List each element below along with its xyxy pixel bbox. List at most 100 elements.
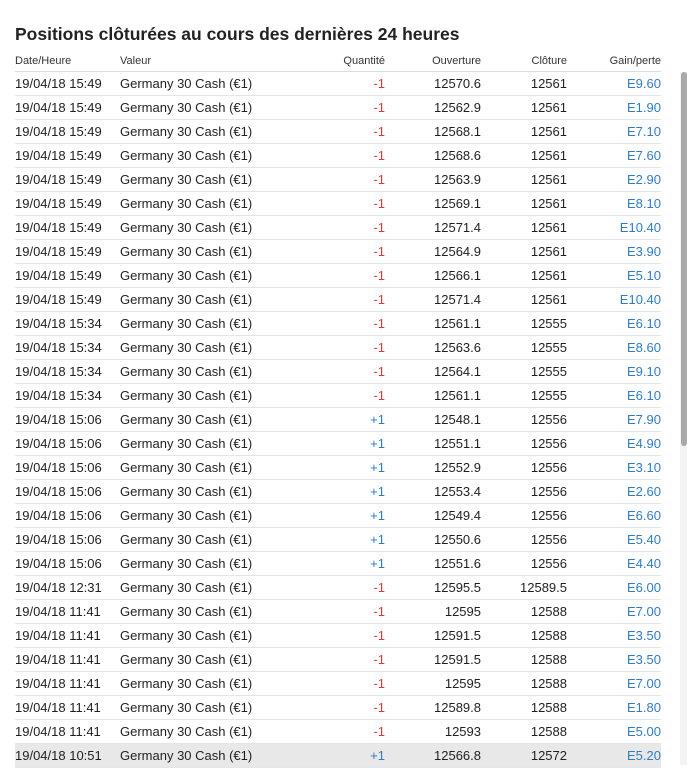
quantity-cell: -1	[280, 623, 385, 648]
quantity-cell: +1	[280, 743, 385, 768]
date-cell: 19/04/18 10:51	[15, 743, 120, 768]
close-price-cell: 12588	[481, 599, 567, 624]
value-cell: Germany 30 Cash (€1)	[120, 551, 280, 576]
table-row[interactable]: 19/04/18 15:06 Germany 30 Cash (€1) +1 1254…	[15, 503, 661, 528]
open-price-cell: 12552.9	[385, 455, 481, 480]
table-row[interactable]: 19/04/18 15:49 Germany 30 Cash (€1) -1 1256…	[15, 143, 661, 168]
gain-cell: E7.10	[567, 119, 661, 144]
open-price-cell: 12571.4	[385, 287, 481, 312]
table-row[interactable]: 19/04/18 11:41 Germany 30 Cash (€1) -1 1259…	[15, 623, 661, 648]
table-row[interactable]: 19/04/18 15:49 Germany 30 Cash (€1) -1 1256…	[15, 191, 661, 216]
table-row[interactable]: 19/04/18 15:06 Germany 30 Cash (€1) +1 1255…	[15, 527, 661, 552]
close-price-cell: 12561	[481, 287, 567, 312]
table-row[interactable]: 19/04/18 15:06 Germany 30 Cash (€1) +1 1255…	[15, 551, 661, 576]
date-cell: 19/04/18 15:34	[15, 335, 120, 360]
quantity-cell: -1	[280, 311, 385, 336]
value-cell: Germany 30 Cash (€1)	[120, 575, 280, 600]
table-row[interactable]: 19/04/18 15:06 Germany 30 Cash (€1) +1 1255…	[15, 479, 661, 504]
table-row[interactable]: 19/04/18 15:34 Germany 30 Cash (€1) -1 1256…	[15, 359, 661, 384]
value-cell: Germany 30 Cash (€1)	[120, 95, 280, 120]
gain-cell: E7.60	[567, 143, 661, 168]
table-row[interactable]: 19/04/18 15:49 Germany 30 Cash (€1) -1 1256…	[15, 95, 661, 120]
date-cell: 19/04/18 15:49	[15, 71, 120, 96]
table-row[interactable]: 19/04/18 15:49 Germany 30 Cash (€1) -1 1256…	[15, 167, 661, 192]
scrollbar-thumb[interactable]	[681, 72, 687, 446]
value-cell: Germany 30 Cash (€1)	[120, 695, 280, 720]
value-cell: Germany 30 Cash (€1)	[120, 239, 280, 264]
open-price-cell: 12553.4	[385, 479, 481, 504]
gain-cell: E5.20	[567, 743, 661, 768]
date-cell: 19/04/18 15:49	[15, 239, 120, 264]
date-cell: 19/04/18 11:41	[15, 623, 120, 648]
open-price-cell: 12595.5	[385, 575, 481, 600]
table-row[interactable]: 19/04/18 11:41 Germany 30 Cash (€1) -1 1258…	[15, 695, 661, 720]
column-header-close: Clôture	[481, 51, 567, 72]
value-cell: Germany 30 Cash (€1)	[120, 143, 280, 168]
open-price-cell: 12591.5	[385, 623, 481, 648]
close-price-cell: 12561	[481, 143, 567, 168]
table-row[interactable]: 19/04/18 10:51 Germany 30 Cash (€1) +1 1256…	[15, 743, 661, 768]
close-price-cell: 12556	[481, 455, 567, 480]
close-price-cell: 12561	[481, 239, 567, 264]
column-header-date: Date/Heure	[15, 51, 120, 72]
value-cell: Germany 30 Cash (€1)	[120, 311, 280, 336]
table-row[interactable]: 19/04/18 15:34 Germany 30 Cash (€1) -1 1256…	[15, 383, 661, 408]
quantity-cell: -1	[280, 215, 385, 240]
table-row[interactable]: 19/04/18 15:49 Germany 30 Cash (€1) -1 1256…	[15, 119, 661, 144]
close-price-cell: 12556	[481, 527, 567, 552]
quantity-cell: -1	[280, 599, 385, 624]
quantity-cell: -1	[280, 239, 385, 264]
date-cell: 19/04/18 15:06	[15, 455, 120, 480]
table-row[interactable]: 19/04/18 15:06 Germany 30 Cash (€1) +1 1255…	[15, 455, 661, 480]
gain-cell: E8.10	[567, 191, 661, 216]
table-row[interactable]: 19/04/18 15:34 Germany 30 Cash (€1) -1 1256…	[15, 335, 661, 360]
quantity-cell: -1	[280, 359, 385, 384]
table-row[interactable]: 19/04/18 15:06 Germany 30 Cash (€1) +1 1255…	[15, 431, 661, 456]
date-cell: 19/04/18 15:34	[15, 311, 120, 336]
table-row[interactable]: 19/04/18 15:49 Germany 30 Cash (€1) -1 1257…	[15, 287, 661, 312]
date-cell: 19/04/18 15:06	[15, 527, 120, 552]
date-cell: 19/04/18 15:06	[15, 407, 120, 432]
quantity-cell: -1	[280, 695, 385, 720]
quantity-cell: -1	[280, 335, 385, 360]
open-price-cell: 12591.5	[385, 647, 481, 672]
open-price-cell: 12570.6	[385, 71, 481, 96]
close-price-cell: 12555	[481, 359, 567, 384]
open-price-cell: 12548.1	[385, 407, 481, 432]
gain-cell: E3.10	[567, 455, 661, 480]
date-cell: 19/04/18 12:31	[15, 575, 120, 600]
quantity-cell: +1	[280, 551, 385, 576]
table-body: 19/04/18 15:49 Germany 30 Cash (€1) -1 1257…	[15, 71, 661, 768]
table-row[interactable]: 19/04/18 15:49 Germany 30 Cash (€1) -1 1256…	[15, 239, 661, 264]
table-row[interactable]: 19/04/18 11:41 Germany 30 Cash (€1) -1 1259…	[15, 719, 661, 744]
value-cell: Germany 30 Cash (€1)	[120, 167, 280, 192]
date-cell: 19/04/18 11:41	[15, 695, 120, 720]
table-row[interactable]: 19/04/18 11:41 Germany 30 Cash (€1) -1 1259…	[15, 599, 661, 624]
open-price-cell: 12595	[385, 671, 481, 696]
gain-cell: E6.10	[567, 311, 661, 336]
quantity-cell: -1	[280, 119, 385, 144]
table-row[interactable]: 19/04/18 11:41 Germany 30 Cash (€1) -1 1259…	[15, 671, 661, 696]
close-price-cell: 12555	[481, 335, 567, 360]
table-row[interactable]: 19/04/18 11:41 Germany 30 Cash (€1) -1 1259…	[15, 647, 661, 672]
table-row[interactable]: 19/04/18 12:31 Germany 30 Cash (€1) -1 1259…	[15, 575, 661, 600]
value-cell: Germany 30 Cash (€1)	[120, 383, 280, 408]
value-cell: Germany 30 Cash (€1)	[120, 71, 280, 96]
close-price-cell: 12561	[481, 95, 567, 120]
table-row[interactable]: 19/04/18 15:34 Germany 30 Cash (€1) -1 1256…	[15, 311, 661, 336]
table-row[interactable]: 19/04/18 15:06 Germany 30 Cash (€1) +1 1254…	[15, 407, 661, 432]
table-row[interactable]: 19/04/18 15:49 Germany 30 Cash (€1) -1 1257…	[15, 71, 661, 96]
open-price-cell: 12551.6	[385, 551, 481, 576]
value-cell: Germany 30 Cash (€1)	[120, 479, 280, 504]
quantity-cell: +1	[280, 431, 385, 456]
open-price-cell: 12566.1	[385, 263, 481, 288]
table-row[interactable]: 19/04/18 15:49 Germany 30 Cash (€1) -1 1256…	[15, 263, 661, 288]
quantity-cell: -1	[280, 671, 385, 696]
table-row[interactable]: 19/04/18 15:49 Germany 30 Cash (€1) -1 1257…	[15, 215, 661, 240]
gain-cell: E6.10	[567, 383, 661, 408]
date-cell: 19/04/18 15:49	[15, 263, 120, 288]
close-price-cell: 12561	[481, 215, 567, 240]
header-row: Date/Heure Valeur Quantité Ouverture Clô…	[15, 51, 661, 72]
gain-cell: E4.40	[567, 551, 661, 576]
close-price-cell: 12556	[481, 551, 567, 576]
